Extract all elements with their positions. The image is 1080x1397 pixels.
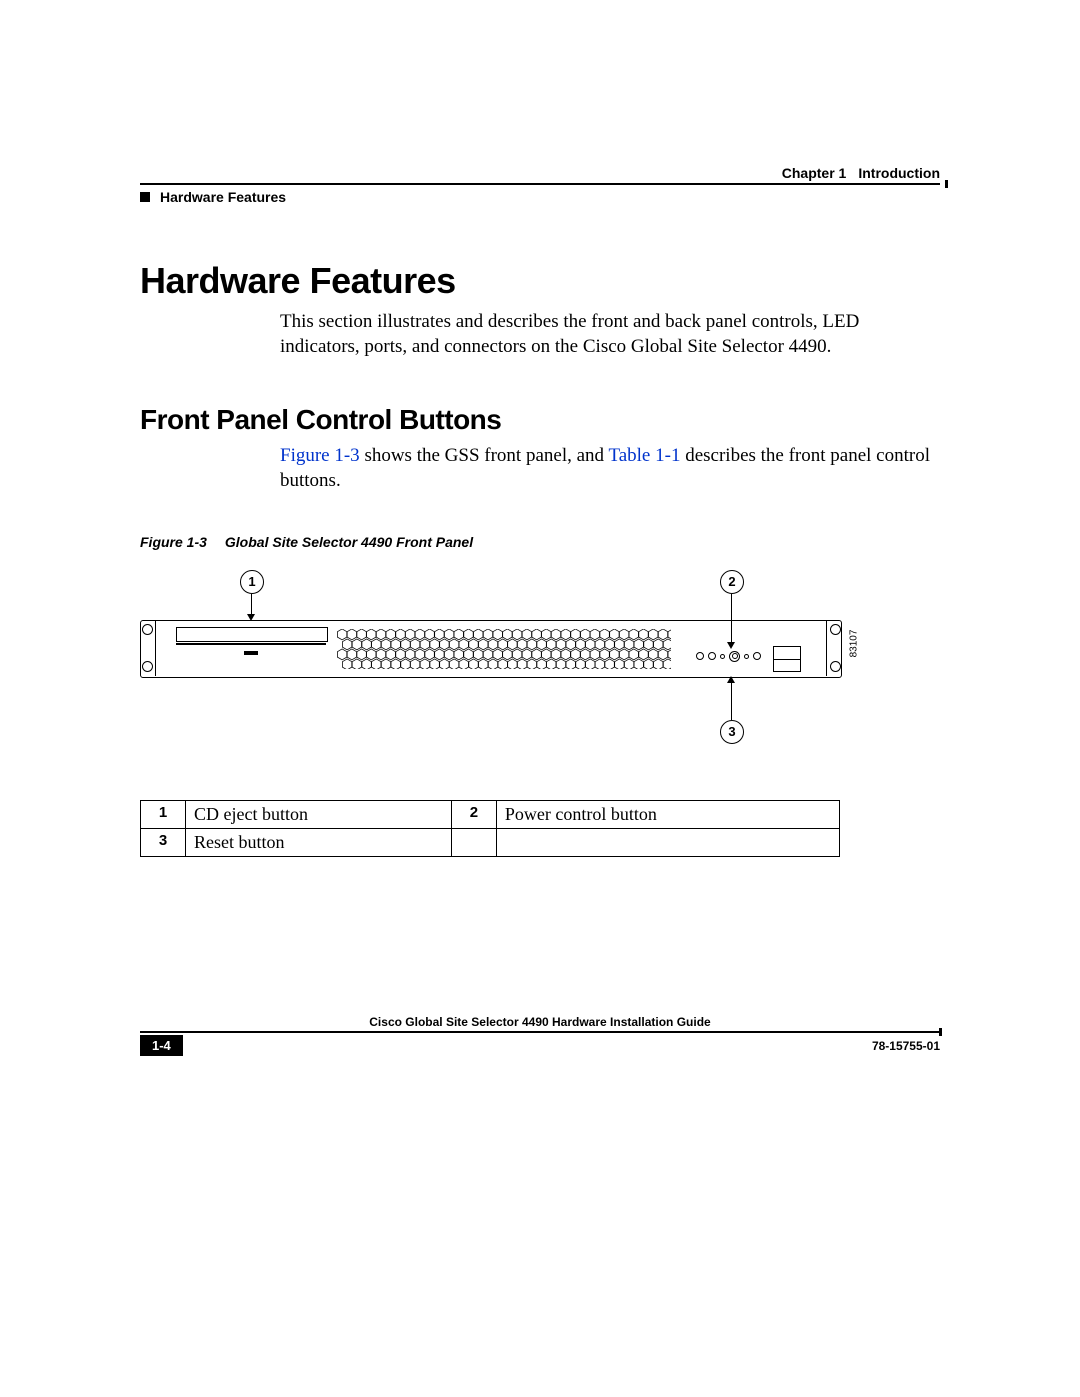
- footer-book-title: Cisco Global Site Selector 4490 Hardware…: [140, 1015, 940, 1029]
- callout-desc: CD eject button: [186, 800, 452, 828]
- callout-3: 3: [720, 720, 744, 744]
- table-xref[interactable]: Table 1-1: [608, 445, 680, 466]
- callout-table: 1 CD eject button 2 Power control button…: [140, 800, 840, 857]
- figure-xref[interactable]: Figure 1-3: [280, 445, 360, 466]
- callout-desc: Power control button: [496, 800, 839, 828]
- footer-doc-number: 78-15755-01: [872, 1039, 940, 1053]
- callout-num: 2: [451, 800, 496, 828]
- usb-ports: [773, 646, 801, 672]
- heading-2: Front Panel Control Buttons: [140, 404, 940, 436]
- chapter-title: Introduction: [858, 165, 940, 181]
- figure-title: Global Site Selector 4490 Front Panel: [225, 534, 473, 550]
- callout-num: 1: [141, 800, 186, 828]
- chapter-label: Chapter 1: [782, 165, 847, 181]
- figure-illustration: 1 2 3 ⬡⬡⬡⬡⬡⬡⬡⬡⬡⬡⬡⬡⬡⬡⬡⬡⬡⬡⬡⬡⬡⬡⬡⬡⬡⬡⬡⬡⬡⬡⬡⬡⬡⬡…: [140, 570, 840, 760]
- running-head: Hardware Features: [140, 189, 940, 205]
- figure-caption: Figure 1-3 Global Site Selector 4490 Fron…: [140, 534, 940, 550]
- device-outline: ⬡⬡⬡⬡⬡⬡⬡⬡⬡⬡⬡⬡⬡⬡⬡⬡⬡⬡⬡⬡⬡⬡⬡⬡⬡⬡⬡⬡⬡⬡⬡⬡⬡⬡⬡⬡⬡⬡ ⬡…: [140, 620, 842, 678]
- callout-2: 2: [720, 570, 744, 594]
- callout-num-empty: [451, 828, 496, 856]
- footer-rule: [140, 1031, 940, 1033]
- figure-part-number: 83107: [849, 629, 860, 657]
- heading-1: Hardware Features: [140, 260, 940, 302]
- intro-paragraph: This section illustrates and describes t…: [280, 310, 940, 359]
- ventilation-grille: ⬡⬡⬡⬡⬡⬡⬡⬡⬡⬡⬡⬡⬡⬡⬡⬡⬡⬡⬡⬡⬡⬡⬡⬡⬡⬡⬡⬡⬡⬡⬡⬡⬡⬡⬡⬡⬡⬡ ⬡…: [336, 629, 671, 669]
- header-rule: [140, 183, 940, 185]
- running-head-marker: [140, 192, 150, 202]
- reset-button-graphic: [753, 652, 761, 660]
- cd-eject-button-graphic: [244, 651, 258, 655]
- rack-ear-right: [826, 620, 843, 676]
- cd-tray: [176, 627, 328, 642]
- rack-ear-left: [139, 620, 156, 676]
- running-head-text: Hardware Features: [160, 189, 286, 205]
- callout-desc-empty: [496, 828, 839, 856]
- callout-desc: Reset button: [186, 828, 452, 856]
- page-footer: Cisco Global Site Selector 4490 Hardware…: [140, 1015, 940, 1056]
- table-row: 1 CD eject button 2 Power control button: [141, 800, 840, 828]
- front-control-leds: [696, 651, 761, 662]
- callout-1-line: [251, 594, 252, 616]
- table-row: 3 Reset button: [141, 828, 840, 856]
- power-button-graphic: [729, 651, 740, 662]
- chapter-header: Chapter 1 Introduction: [140, 165, 940, 181]
- callout-1: 1: [240, 570, 264, 594]
- callout-num: 3: [141, 828, 186, 856]
- callout-3-line: [731, 682, 732, 720]
- footer-page-number: 1-4: [140, 1035, 183, 1056]
- paragraph-2: Figure 1-3 shows the GSS front panel, an…: [280, 444, 940, 493]
- cd-slot: [176, 643, 326, 645]
- figure-number: Figure 1-3: [140, 534, 207, 550]
